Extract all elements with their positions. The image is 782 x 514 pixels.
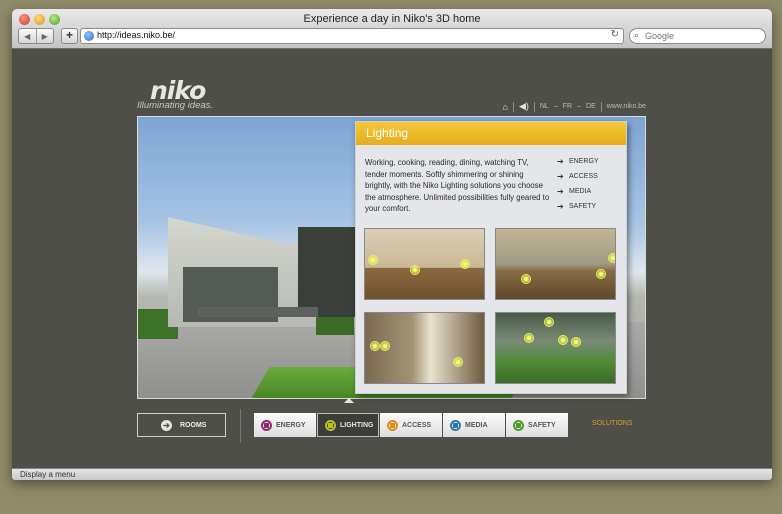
lang-separator: – — [553, 103, 558, 110]
panel-nav-label: ENERGY — [569, 158, 599, 165]
tab-label: MEDIA — [465, 421, 488, 429]
room-thumbnail-bedroom[interactable] — [364, 228, 485, 300]
lighting-icon — [325, 419, 336, 431]
page-content: niko Illuminating ideas. ⌂ ◀) NL – FR – … — [12, 50, 772, 468]
light-hotspot[interactable] — [370, 341, 380, 351]
search-input[interactable] — [645, 30, 755, 42]
url-text[interactable]: http://ideas.niko.be/ — [97, 30, 175, 40]
lang-de[interactable]: DE — [586, 103, 596, 110]
light-hotspot[interactable] — [460, 259, 470, 269]
room-thumbnail-hall[interactable] — [364, 312, 485, 384]
room-thumbnail-garden[interactable] — [495, 312, 616, 384]
arrow-right-icon: ➔ — [557, 187, 564, 196]
divider — [512, 101, 514, 112]
divider — [600, 101, 602, 112]
safety-icon — [513, 419, 524, 431]
light-hotspot[interactable] — [521, 274, 531, 284]
tab-media[interactable]: MEDIA — [443, 413, 505, 437]
tab-safety[interactable]: SAFETY — [506, 413, 568, 437]
arrow-right-icon: ➔ — [557, 202, 564, 211]
solution-tabs: ENERGY LIGHTING ACCESS MEDIA SAFETY — [254, 413, 569, 437]
arrow-right-icon: ➔ — [161, 419, 172, 431]
reload-icon[interactable]: ↻ — [611, 29, 619, 40]
panel-nav: ➔ ENERGY ➔ ACCESS ➔ MEDIA ➔ SAFETY — [557, 154, 599, 214]
top-utility-bar: ⌂ ◀) NL – FR – DE www.niko.be — [503, 101, 646, 112]
light-hotspot[interactable] — [410, 265, 420, 275]
panel-nav-label: MEDIA — [569, 188, 592, 195]
window-title: Experience a day in Niko's 3D home — [303, 13, 481, 25]
panel-nav-safety[interactable]: ➔ SAFETY — [557, 199, 599, 214]
lang-fr[interactable]: FR — [563, 103, 572, 110]
arrow-right-icon: ➔ — [557, 172, 564, 181]
tab-label: ENERGY — [276, 421, 306, 429]
tab-label: LIGHTING — [340, 421, 374, 429]
solutions-link[interactable]: SOLUTIONS — [592, 420, 632, 427]
energy-icon — [261, 419, 272, 431]
light-hotspot[interactable] — [596, 269, 606, 279]
browser-window: Experience a day in Niko's 3D home ◀ ▶ +… — [12, 9, 772, 480]
rooms-button[interactable]: ➔ ROOMS — [137, 413, 226, 437]
divider — [240, 409, 241, 443]
panel-nav-label: SAFETY — [569, 203, 597, 210]
light-hotspot[interactable] — [380, 341, 390, 351]
light-hotspot[interactable] — [571, 337, 581, 347]
globe-icon — [84, 31, 94, 41]
panel-title: Lighting — [366, 126, 409, 140]
light-hotspot[interactable] — [524, 333, 534, 343]
forward-icon[interactable]: ▶ — [37, 29, 54, 43]
panel-nav-media[interactable]: ➔ MEDIA — [557, 184, 599, 199]
lang-nl[interactable]: NL — [540, 103, 549, 110]
search-icon: ⌕ — [634, 30, 640, 40]
home-icon[interactable]: ⌂ — [503, 102, 508, 112]
divider — [533, 101, 535, 112]
address-bar[interactable]: http://ideas.niko.be/ ↻ — [80, 28, 624, 44]
light-hotspot[interactable] — [544, 317, 554, 327]
speaker-icon[interactable]: ◀) — [519, 101, 529, 112]
add-bookmark-button[interactable]: + — [61, 28, 78, 44]
status-bar: Display a menu — [12, 468, 772, 480]
arrow-right-icon: ➔ — [557, 157, 564, 166]
tab-access[interactable]: ACCESS — [380, 413, 442, 437]
gate — [198, 307, 318, 317]
room-thumbnail-living[interactable] — [495, 228, 616, 300]
media-icon — [450, 419, 461, 431]
light-hotspot[interactable] — [558, 335, 568, 345]
back-icon[interactable]: ◀ — [19, 29, 37, 43]
status-text: Display a menu — [20, 470, 76, 479]
website-link[interactable]: www.niko.be — [607, 103, 646, 110]
light-hotspot[interactable] — [608, 253, 615, 263]
access-icon — [387, 419, 398, 431]
tab-label: SAFETY — [528, 421, 556, 429]
nav-buttons: ◀ ▶ — [18, 28, 54, 44]
tab-label: ACCESS — [402, 421, 432, 429]
hedge — [316, 317, 354, 335]
lighting-panel: Lighting Working, cooking, reading, dini… — [355, 121, 627, 394]
panel-nav-access[interactable]: ➔ ACCESS — [557, 169, 599, 184]
light-hotspot[interactable] — [368, 255, 378, 265]
active-tab-indicator — [344, 398, 354, 403]
panel-header: Lighting — [356, 122, 626, 145]
tagline: Illuminating ideas. — [137, 100, 214, 111]
tab-energy[interactable]: ENERGY — [254, 413, 316, 437]
panel-nav-energy[interactable]: ➔ ENERGY — [557, 154, 599, 169]
lang-separator: – — [577, 103, 581, 110]
search-field[interactable]: ⌕ — [629, 28, 766, 44]
panel-description: Working, cooking, reading, dining, watch… — [365, 158, 550, 213]
rooms-label: ROOMS — [180, 421, 207, 429]
tab-lighting[interactable]: LIGHTING — [317, 413, 379, 437]
house-wing — [298, 227, 358, 317]
browser-chrome: Experience a day in Niko's 3D home ◀ ▶ +… — [12, 9, 772, 49]
light-hotspot[interactable] — [453, 357, 463, 367]
panel-nav-label: ACCESS — [569, 173, 598, 180]
